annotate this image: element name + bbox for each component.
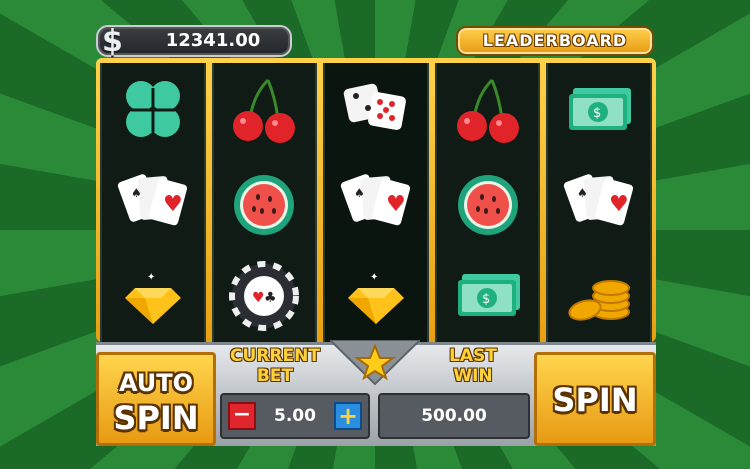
- svg-text:$: $: [593, 106, 601, 121]
- svg-text:♠: ♠: [354, 186, 365, 200]
- auto-spin-button[interactable]: AUTO SPIN: [96, 352, 216, 446]
- decrease-bet-button[interactable]: −: [228, 402, 256, 430]
- auto-spin-label-line1: AUTO: [118, 369, 194, 397]
- reels-container: ♥ ♠ ✦ ♥ ♣ ♥ ♠ ✦ $ $ ♥ ♠: [100, 63, 652, 342]
- reel-3: ♥ ♠ ✦: [323, 63, 429, 342]
- balance-value: 12341.00: [165, 30, 261, 51]
- increase-bet-button[interactable]: +: [334, 402, 362, 430]
- reel-2: ♥ ♣: [211, 63, 318, 342]
- svg-text:♥: ♥: [609, 192, 629, 217]
- dice-icon: [336, 70, 416, 150]
- svg-text:$: $: [482, 292, 490, 307]
- star-ornament: [327, 339, 423, 386]
- cards-icon: ♥ ♠: [336, 163, 416, 243]
- reel-5: $ ♥ ♠: [546, 63, 652, 342]
- money-icon: $: [448, 256, 528, 336]
- svg-text:♥: ♥: [252, 290, 265, 306]
- cherries-icon: [448, 70, 528, 150]
- dollar-sign-icon: $: [102, 24, 123, 59]
- money-icon: $: [559, 70, 639, 150]
- svg-text:✦: ✦: [370, 272, 378, 283]
- current-bet-value: 5.00: [274, 406, 316, 426]
- spin-label: SPIN: [552, 381, 638, 419]
- current-bet-label-line1: CURRENT: [230, 346, 320, 366]
- watermelon-icon: [448, 163, 528, 243]
- spin-button[interactable]: SPIN: [534, 352, 656, 446]
- poker-chip-icon: ♥ ♣: [224, 256, 304, 336]
- bet-control: − 5.00 +: [220, 393, 370, 439]
- diamond-icon: ✦: [113, 256, 193, 336]
- reel-4: $: [434, 63, 541, 342]
- clover-icon: [113, 70, 193, 150]
- svg-text:♥: ♥: [163, 192, 183, 217]
- coins-icon: [559, 256, 639, 336]
- balance-display: $ 12341.00: [96, 24, 292, 59]
- diamond-icon: ✦: [336, 256, 416, 336]
- svg-text:♠: ♠: [577, 186, 588, 200]
- reel-1: ♥ ♠ ✦: [100, 63, 206, 342]
- auto-spin-label-line2: SPIN: [113, 399, 199, 437]
- svg-text:♣: ♣: [264, 290, 277, 306]
- watermelon-icon: [224, 163, 304, 243]
- cards-icon: ♥ ♠: [559, 163, 639, 243]
- last-win-label-line1: LAST: [449, 346, 497, 366]
- last-win-value: 500.00: [421, 406, 487, 426]
- last-win-label-line2: WIN: [453, 366, 493, 386]
- svg-text:✦: ✦: [147, 272, 155, 283]
- slot-machine-frame: ♥ ♠ ✦ ♥ ♣ ♥ ♠ ✦ $ $ ♥ ♠: [96, 58, 656, 342]
- leaderboard-button[interactable]: LEADERBOARD: [456, 26, 654, 56]
- last-win-display: 500.00: [378, 393, 530, 439]
- svg-text:♥: ♥: [386, 192, 406, 217]
- cards-icon: ♥ ♠: [113, 163, 193, 243]
- leaderboard-label: LEADERBOARD: [482, 31, 628, 50]
- slot-game-screen: $ 12341.00 LEADERBOARD ♥ ♠ ✦ ♥ ♣ ♥ ♠ ✦ $ $ ♥ ♠ AUTO…: [0, 0, 750, 469]
- svg-text:♠: ♠: [131, 186, 142, 200]
- current-bet-label-line2: BET: [256, 366, 294, 386]
- cherries-icon: [224, 70, 304, 150]
